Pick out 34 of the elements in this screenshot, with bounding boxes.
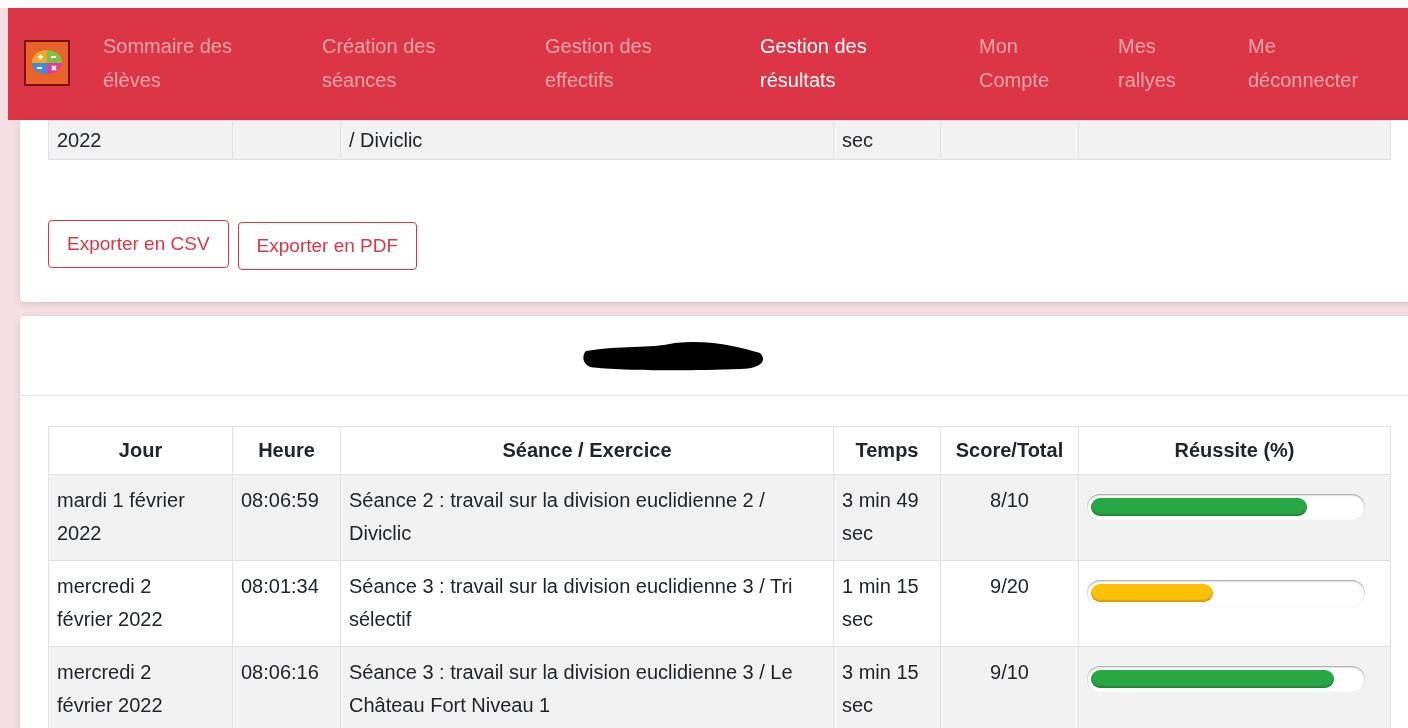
- table-cell: sec: [842, 129, 874, 151]
- table-cell: 9/20: [990, 575, 1029, 597]
- export-button[interactable]: Exporter en CSV: [48, 220, 229, 268]
- table-cell: Séance 3 : travail sur la division euclidienne 3 / Le Château Fort Niveau 1: [349, 661, 793, 716]
- table-cell: mardi 1 février 2022: [57, 489, 185, 544]
- nav-link[interactable]: Sommaire des élèves: [103, 29, 253, 97]
- nav-link[interactable]: Mon Compte: [979, 29, 1069, 97]
- nav-link[interactable]: Gestion des résultats: [760, 29, 900, 97]
- nav-link[interactable]: Me déconnecter: [1248, 29, 1388, 97]
- table-cell: 9/10: [990, 661, 1029, 683]
- table-cell: / Diviclic: [349, 129, 423, 151]
- table-cell: 3 min 15 sec: [842, 661, 919, 716]
- table-cell: 2022: [57, 129, 102, 151]
- table-cell: 8/10: [990, 489, 1029, 511]
- column-header: Jour: [118, 439, 163, 461]
- column-header: Temps: [855, 439, 919, 461]
- table-cell: Séance 3 : travail sur la division euclidienne 3 / Tri sélectif: [349, 575, 793, 630]
- column-header: Séance / Exercice: [502, 439, 672, 461]
- column-header: Heure: [258, 439, 315, 461]
- column-header: Score/Total: [955, 439, 1064, 461]
- table-cell: 08:06:59: [241, 489, 319, 511]
- table-cell: 08:01:34: [241, 575, 319, 597]
- nav-link[interactable]: Création des séances: [322, 29, 472, 97]
- table-cell: mercredi 2 février 2022: [57, 661, 163, 716]
- export-button[interactable]: Exporter en PDF: [237, 222, 418, 270]
- table-cell: 1 min 15 sec: [842, 575, 919, 630]
- nav-link[interactable]: Gestion des effectifs: [545, 29, 685, 97]
- nav-link[interactable]: Mes rallyes: [1118, 29, 1208, 97]
- table-cell: mercredi 2 février 2022: [57, 575, 163, 630]
- table-cell: 08:06:16: [241, 661, 319, 683]
- brain-logo-icon[interactable]: [24, 40, 70, 86]
- column-header: Réussite (%): [1174, 439, 1295, 461]
- table-cell: 3 min 49 sec: [842, 489, 919, 544]
- table-cell: Séance 2 : travail sur la division euclidienne 2 / Diviclic: [349, 489, 765, 544]
